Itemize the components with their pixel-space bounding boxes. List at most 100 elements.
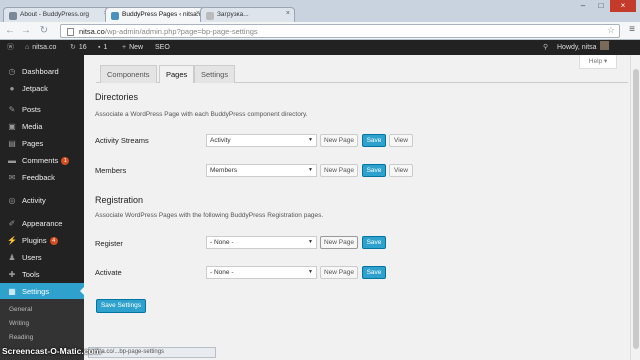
wordpress-favicon-icon [111,12,119,20]
page-scrollbar[interactable] [630,55,640,360]
new-content-link[interactable]: + New [122,40,143,55]
menu-item-appearance[interactable]: ✐ Appearance [0,215,84,232]
view-button[interactable]: View [389,164,413,177]
settings-icon: ▦ [8,287,16,296]
feedback-icon: ✉ [8,173,16,182]
menu-item-label: Dashboard [22,67,59,76]
address-bar[interactable]: nitsa.co/wp-admin/admin.php?page=bp-page… [60,24,620,38]
save-button[interactable]: Save [362,134,386,147]
new-page-button[interactable]: New Page [320,236,358,249]
browser-tab[interactable]: Загрузка... × [200,7,295,22]
buddypress-favicon-icon [9,12,17,20]
view-button[interactable]: View [389,134,413,147]
admin-menu: ◷ Dashboard ● Jetpack ✎ Posts ▣ Media ▤ Pages… [0,55,84,360]
dashboard-icon: ◷ [8,67,16,76]
wordpress-logo-icon[interactable]: ⓦ [7,40,17,55]
close-window-icon[interactable]: × [610,0,636,12]
updates-link[interactable]: ↻ 16 [70,40,87,55]
submenu-item-writing[interactable]: Writing [9,320,29,327]
browser-tab-title: About - BuddyPress.org [20,11,90,18]
menu-item-label: Feedback [22,173,55,182]
plus-icon: + [122,44,127,51]
select-value: - None - [210,239,234,246]
save-button[interactable]: Save [362,236,386,249]
new-page-button[interactable]: New Page [320,134,358,147]
menu-item-label: Settings [22,287,50,296]
comments-link[interactable]: ▪ 1 [98,40,107,55]
activity-streams-label: Activity Streams [95,136,149,145]
dropdown-arrow-icon: ▼ [308,167,313,173]
submenu-item-reading[interactable]: Reading [9,334,33,341]
comments-badge: 1 [61,157,70,165]
save-button[interactable]: Save [362,266,386,279]
url-host: nitsa.co [79,27,105,36]
browser-tab-active[interactable]: BuddyPress Pages ‹ nitsa.c × [105,7,205,22]
browser-menu-icon[interactable]: ≡ [629,25,635,35]
forward-arrow-icon[interactable]: → [20,25,32,37]
seo-link[interactable]: SEO [155,40,170,55]
main-content [84,55,630,360]
menu-item-label: Tools [22,270,40,279]
activity-icon: ◎ [8,196,16,205]
search-icon[interactable]: ⚲ [543,40,548,55]
members-select[interactable]: Members ▼ [206,164,317,177]
new-label: New [129,44,144,51]
help-button[interactable]: Help ▾ [579,55,617,69]
maximize-icon[interactable]: □ [592,0,610,12]
menu-item-label: Media [22,122,43,131]
menu-item-feedback[interactable]: ✉ Feedback [0,169,84,186]
menu-item-activity[interactable]: ◎ Activity [0,192,84,209]
menu-item-users[interactable]: ♟ Users [0,249,84,266]
scrollbar-thumb[interactable] [633,69,639,349]
browser-tab[interactable]: About - BuddyPress.org × [3,7,113,22]
save-settings-button[interactable]: Save Settings [96,299,146,313]
activate-select[interactable]: - None - ▼ [206,266,317,279]
plug-icon: ⚡ [7,236,17,245]
menu-item-posts[interactable]: ✎ Posts [0,101,84,118]
new-page-button[interactable]: New Page [320,164,358,177]
dropdown-arrow-icon: ▼ [308,239,313,245]
select-value: Members [210,167,238,174]
submenu-item-general[interactable]: General [9,306,32,313]
select-value: Activity [210,137,231,144]
updates-count: 16 [78,44,87,51]
browser-toolbar: ← → ↻ nitsa.co/wp-admin/admin.php?page=b… [0,22,640,40]
browser-tab-title: Загрузка... [217,11,249,18]
register-select[interactable]: - None - ▼ [206,236,317,249]
directories-description: Associate a WordPress Page with each Bud… [95,111,308,118]
tab-pages[interactable]: Pages [159,65,195,83]
loading-favicon-icon [206,12,214,20]
dropdown-arrow-icon: ▼ [308,269,313,275]
activity-streams-select[interactable]: Activity ▼ [206,134,317,147]
site-name-link[interactable]: ⌂ nitsa.co [25,40,56,55]
menu-item-comments[interactable]: ▬ Comments 1 [0,152,84,169]
menu-item-dashboard[interactable]: ◷ Dashboard [0,63,84,80]
jetpack-icon: ● [9,84,15,93]
close-tab-icon[interactable]: × [286,10,290,17]
browser-tabstrip: About - BuddyPress.org × BuddyPress Page… [0,0,640,22]
howdy-text: Howdy, nitsa [557,44,597,51]
menu-item-label: Plugins [22,236,47,245]
menu-item-label: Pages [22,139,44,148]
screencast-watermark: Screencast-O-Matic.com [2,346,102,356]
tab-settings[interactable]: Settings [194,65,236,83]
menu-item-settings[interactable]: ▦ Settings [0,283,84,300]
menu-item-plugins[interactable]: ⚡ Plugins 4 [0,232,84,249]
menu-item-jetpack[interactable]: ● Jetpack [0,80,84,97]
menu-item-tools[interactable]: ✚ Tools [0,266,84,283]
tab-components[interactable]: Components [100,65,157,83]
register-label: Register [95,239,123,248]
bookmark-star-icon[interactable]: ☆ [607,25,615,36]
my-account-link[interactable]: Howdy, nitsa [557,40,609,55]
updates-icon: ↻ [70,44,76,51]
minimize-icon[interactable]: – [574,0,592,12]
registration-heading: Registration [95,195,144,205]
new-page-button[interactable]: New Page [320,266,358,279]
reload-icon[interactable]: ↻ [38,25,50,37]
url-path: /wp-admin/admin.php?page=bp-page-setting… [104,27,258,36]
menu-item-pages[interactable]: ▤ Pages [0,135,84,152]
brush-icon: ✐ [8,219,16,228]
menu-item-media[interactable]: ▣ Media [0,118,84,135]
back-arrow-icon[interactable]: ← [4,25,16,37]
save-button[interactable]: Save [362,164,386,177]
